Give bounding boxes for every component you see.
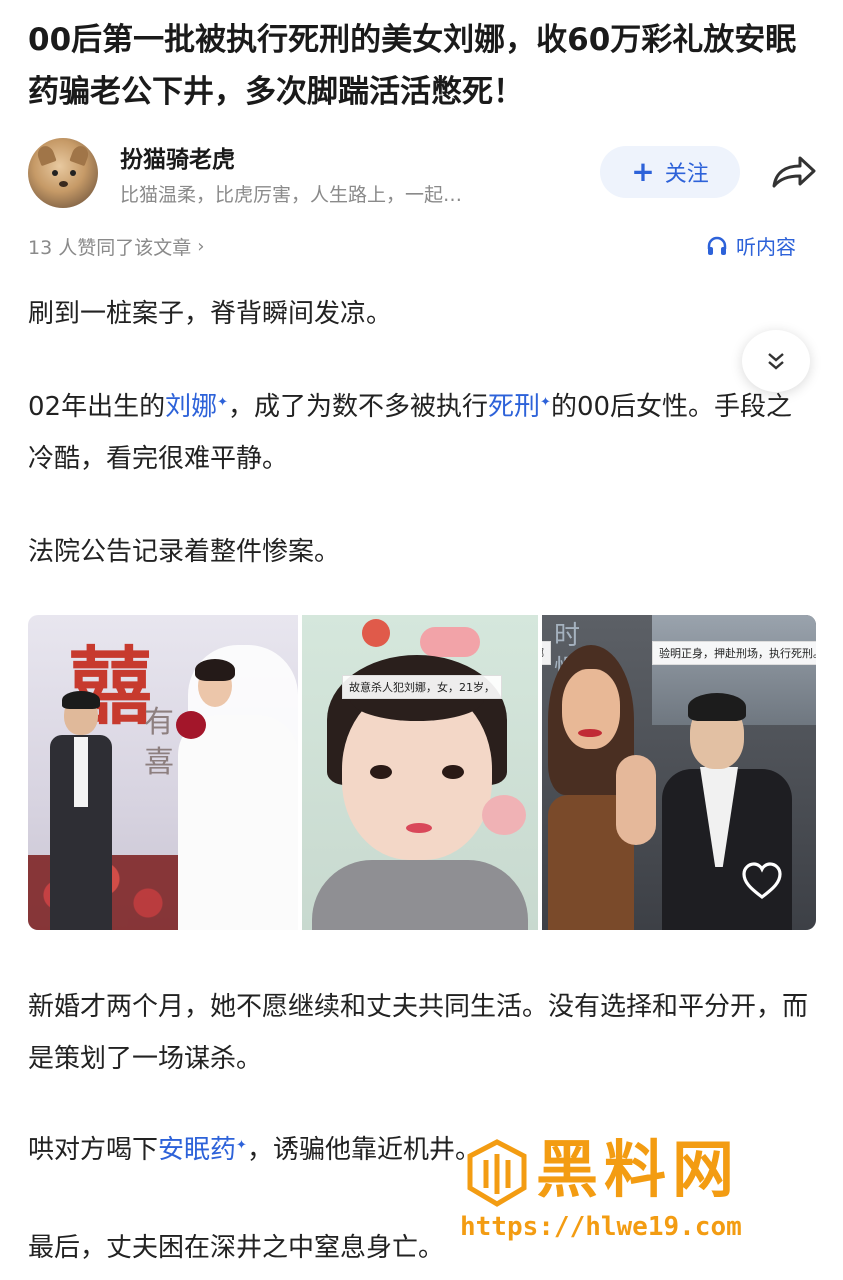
pig-sticker	[420, 627, 480, 657]
pig-sticker	[482, 795, 526, 835]
car-photo[interactable]: 时慢 待罪犯刘娜 验明正身，押赴刑场，执行死刑。	[542, 615, 816, 930]
girl-eye	[370, 765, 392, 779]
headphones-icon	[707, 236, 727, 255]
image-caption: 待罪犯刘娜	[542, 641, 551, 665]
link-liuna[interactable]: 刘娜✦	[165, 392, 228, 422]
groom-figure	[50, 691, 112, 930]
strawberry-sticker	[362, 619, 390, 647]
link-sleeping-pills[interactable]: 安眠药✦	[158, 1135, 247, 1165]
image-caption: 故意杀人犯刘娜，女，21岁，	[342, 675, 502, 699]
link-liuna-label: 刘娜	[165, 392, 218, 422]
spark-icon: ✦	[540, 395, 551, 410]
follow-label: 关注	[664, 162, 709, 187]
chevron-right-icon: ›	[197, 236, 205, 257]
girl-eye	[442, 765, 464, 779]
heart-icon[interactable]	[740, 861, 784, 901]
bouquet	[176, 711, 206, 739]
paragraph-1: 刷到一桩案子，脊背瞬间发凉。	[28, 299, 393, 329]
paragraph-3: 法院公告记录着整件惨案。	[28, 537, 341, 567]
article-title: 00后第一批被执行死刑的美女刘娜，收60万彩礼放安眠药骗老公下井，多次脚踹活活憋…	[28, 22, 797, 110]
listen-label: 听内容	[736, 235, 796, 259]
link-sleeping-pills-label: 安眠药	[158, 1135, 237, 1165]
girl-lips	[406, 823, 432, 833]
link-death-penalty[interactable]: 死刑✦	[488, 392, 551, 422]
author-avatar[interactable]	[28, 138, 98, 208]
bride-figure	[168, 645, 298, 930]
paragraph-5: 哄对方喝下安眠药✦，诱骗他靠近机井。	[28, 1124, 818, 1176]
likes-text: 13 人赞同了该文章	[28, 237, 192, 259]
image-gallery: 囍 有喜 故意杀人犯刘娜，女，21岁， 时慢 待罪犯刘娜 验明正身，押赴刑场，执…	[28, 615, 816, 930]
author-name[interactable]: 扮猫骑老虎	[120, 140, 235, 174]
double-chevron-down-icon	[768, 353, 784, 370]
spark-icon: ✦	[236, 1138, 247, 1153]
link-death-penalty-label: 死刑	[488, 392, 541, 422]
p5-text-a: 哄对方喝下	[28, 1135, 159, 1165]
p2-text-a: 02年出生的	[28, 392, 166, 422]
peace-sign-hand	[616, 755, 656, 845]
follow-button[interactable]: + 关注	[600, 146, 740, 198]
plus-icon: +	[631, 155, 655, 188]
paragraph-4: 新婚才两个月，她不愿继续和丈夫共同生活。没有选择和平分开，而是策划了一场谋杀。	[28, 992, 809, 1074]
p2-text-b: ，成了为数不多被执行	[228, 392, 489, 422]
paragraph-6: 最后，丈夫困在深井之中窒息身亡。	[28, 1233, 445, 1263]
wedding-photo[interactable]: 囍 有喜	[28, 615, 298, 930]
author-bio: 比猫温柔，比虎厉害，人生路上，一起…	[120, 184, 463, 206]
p5-text-b: ，诱骗他靠近机井。	[246, 1135, 481, 1165]
girl-shirt	[312, 860, 528, 930]
paragraph-2: 02年出生的刘娜✦，成了为数不多被执行死刑✦的00后女性。手段之冷酷，看完很难平…	[28, 381, 818, 485]
selfie-photo[interactable]: 故意杀人犯刘娜，女，21岁，	[302, 615, 538, 930]
share-icon[interactable]	[768, 152, 818, 192]
spark-icon: ✦	[217, 395, 229, 410]
likes-row[interactable]: 13 人赞同了该文章 ›	[28, 233, 204, 260]
listen-button[interactable]: 听内容	[706, 231, 796, 260]
image-caption: 验明正身，押赴刑场，执行死刑。	[652, 641, 816, 665]
